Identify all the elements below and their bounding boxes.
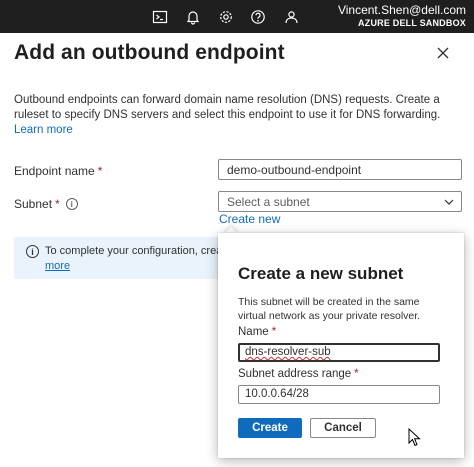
subnet-name-input[interactable]: dns-resolver-sub (238, 343, 440, 362)
account-info[interactable]: Vincent.Shen@dell.com AZURE DELL SANDBOX (338, 3, 466, 29)
required-marker: * (97, 164, 103, 178)
close-icon[interactable] (434, 44, 452, 62)
top-bar: Vincent.Shen@dell.com AZURE DELL SANDBOX (0, 0, 474, 33)
notifications-icon[interactable] (183, 7, 203, 27)
description-text: Outbound endpoints can forward domain na… (14, 94, 441, 121)
learn-more-link[interactable]: more (45, 260, 70, 272)
subnet-label: Subnet * i (14, 197, 78, 211)
subnet-select[interactable]: Select a subnet (218, 191, 462, 212)
subnet-name-label-text: Name (238, 326, 269, 338)
endpoint-name-input[interactable]: demo-outbound-endpoint (218, 159, 462, 180)
subnet-placeholder: Select a subnet (227, 195, 310, 209)
create-new-link[interactable]: Create new (219, 212, 280, 226)
endpoint-name-label: Endpoint name * (14, 164, 102, 178)
feedback-icon[interactable] (281, 7, 301, 27)
subnet-label-text: Subnet (14, 197, 53, 211)
settings-icon[interactable] (216, 7, 236, 27)
subnet-name-value: dns-resolver-sub (245, 346, 331, 358)
subnet-address-label-text: Subnet address range (238, 368, 352, 380)
create-button[interactable]: Create (238, 418, 302, 438)
callout-title: Create a new subnet (238, 264, 404, 283)
required-marker: * (354, 368, 359, 380)
callout-description: This subnet will be created in the same … (238, 296, 421, 322)
create-subnet-callout: Create a new subnet This subnet will be … (218, 233, 464, 458)
account-email: Vincent.Shen@dell.com (337, 3, 466, 17)
endpoint-name-label-text: Endpoint name (14, 164, 95, 178)
info-icon[interactable]: i (65, 198, 78, 210)
subnet-address-input[interactable]: 10.0.0.64/28 (238, 385, 440, 404)
chevron-down-icon (444, 199, 454, 205)
learn-more-link[interactable]: Learn more (14, 124, 73, 136)
panel-description: Outbound endpoints can forward domain na… (14, 93, 462, 138)
required-marker: * (271, 326, 277, 338)
info-icon: i (26, 245, 39, 258)
subnet-address-label: Subnet address range * (238, 368, 359, 380)
help-icon[interactable] (248, 7, 268, 27)
info-bar-text: To complete your configuration, create r (45, 245, 225, 257)
required-marker: * (55, 197, 60, 211)
subnet-name-label: Name * (238, 326, 276, 338)
cancel-button[interactable]: Cancel (310, 418, 376, 438)
cloud-shell-icon[interactable] (150, 7, 170, 27)
account-tenant: AZURE DELL SANDBOX (358, 18, 466, 28)
page-title: Add an outbound endpoint (14, 41, 285, 64)
mouse-cursor-icon (408, 428, 421, 447)
